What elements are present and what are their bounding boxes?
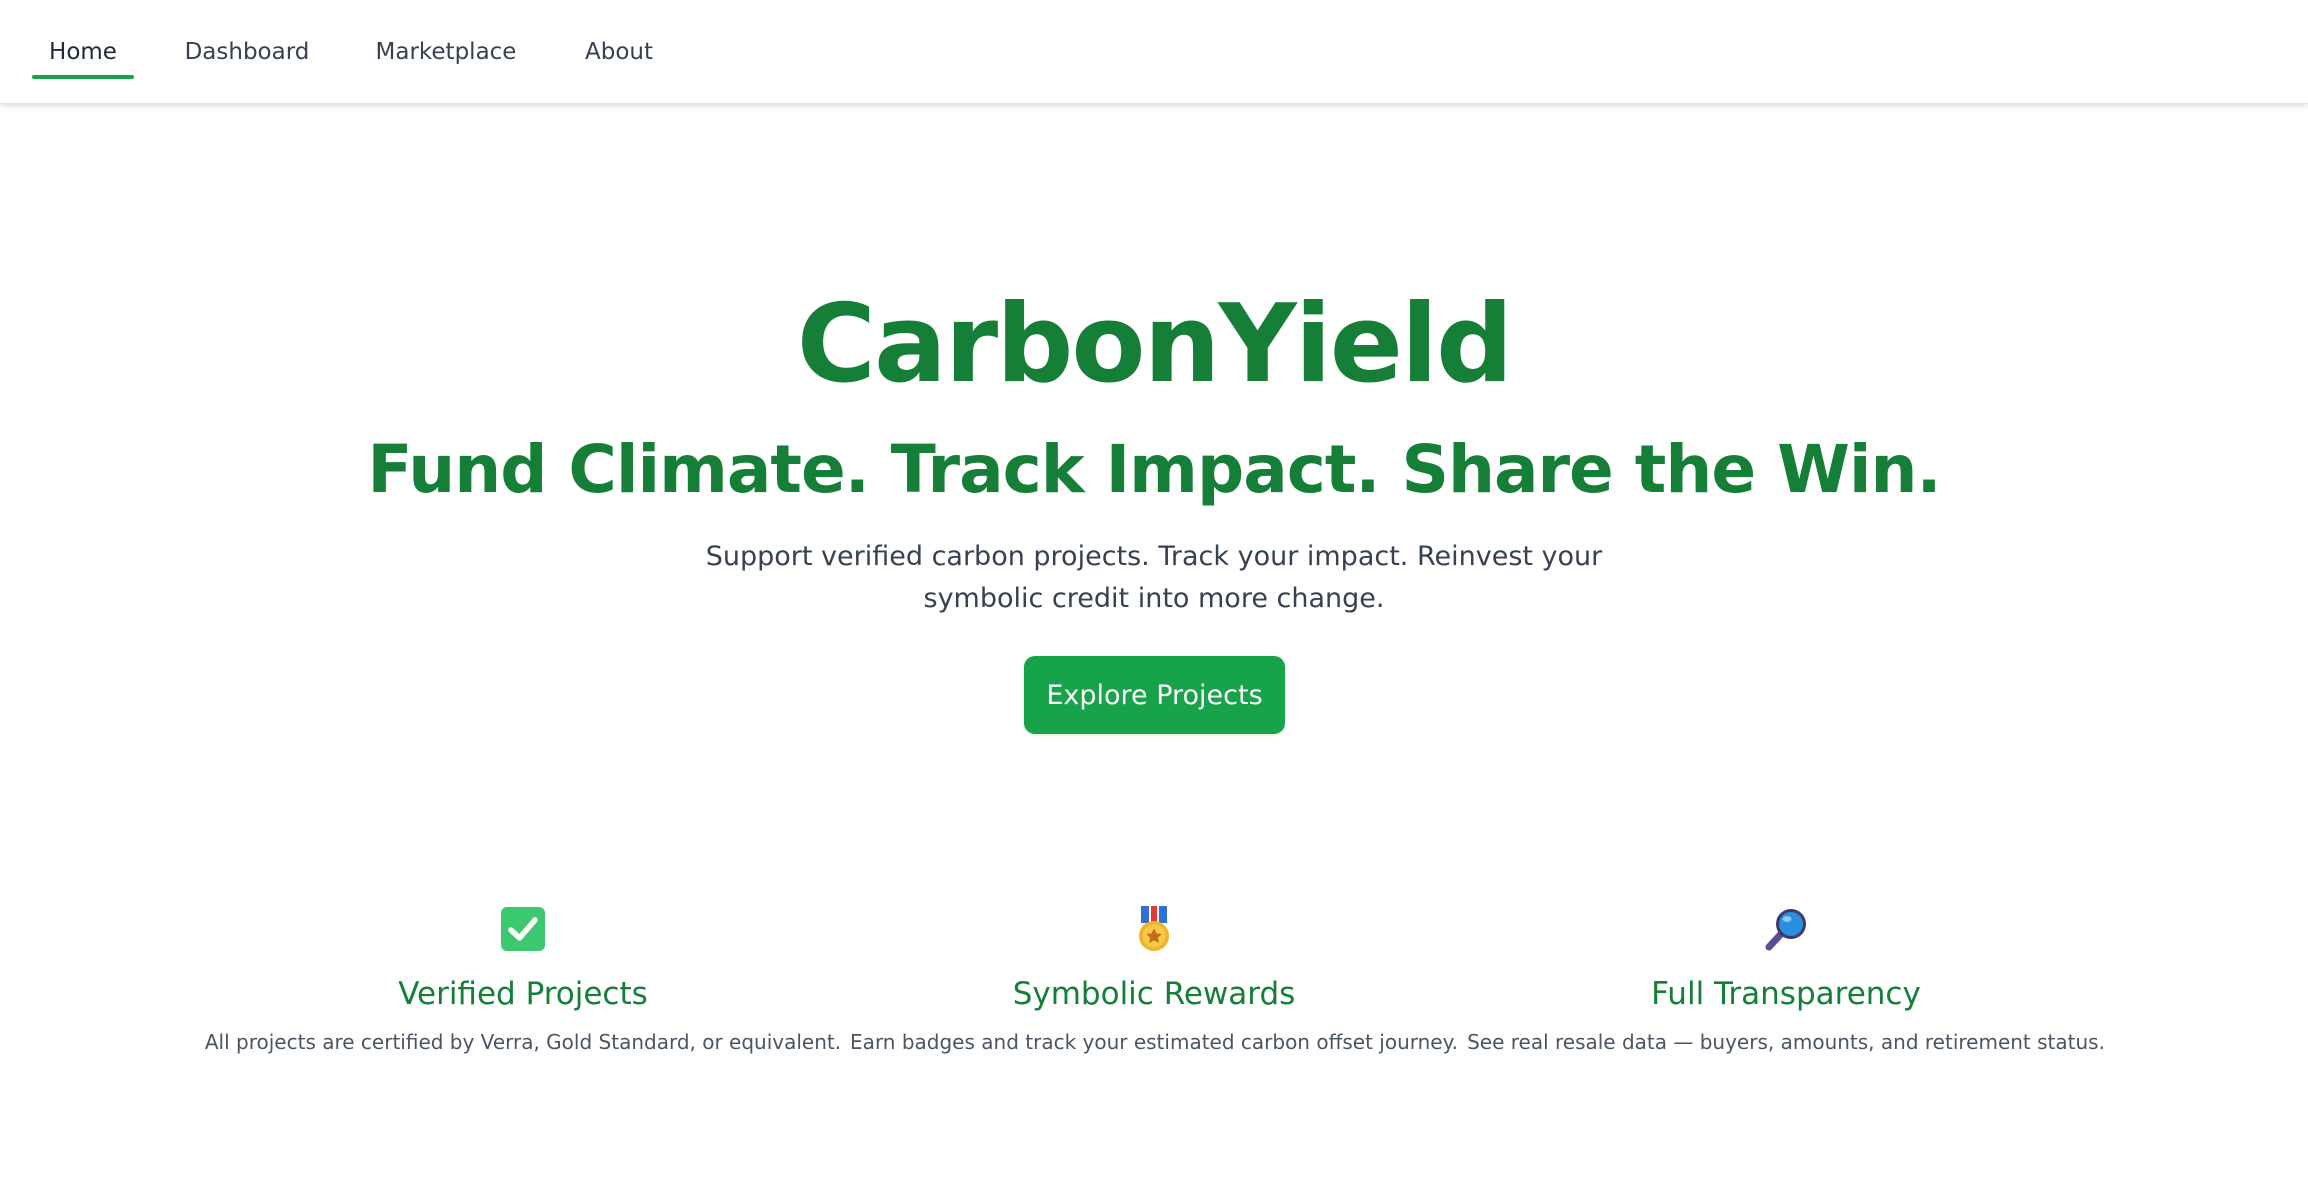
- nav-item-about[interactable]: About: [574, 0, 664, 104]
- nav-item-label: About: [584, 39, 653, 65]
- feature-symbolic-rewards: Symbolic Rewards Earn badges and track y…: [834, 905, 1474, 1057]
- nav-item-label: Home: [49, 39, 117, 65]
- nav-item-home[interactable]: Home: [32, 0, 134, 104]
- nav-item-dashboard[interactable]: Dashboard: [176, 0, 318, 104]
- feature-description: See real resale data — buyers, amounts, …: [1467, 1030, 2105, 1054]
- nav-item-marketplace[interactable]: Marketplace: [370, 0, 522, 104]
- feature-title: Symbolic Rewards: [1012, 976, 1296, 1012]
- feature-verified-projects: Verified Projects All projects are certi…: [203, 905, 843, 1057]
- feature-title: Verified Projects: [398, 976, 648, 1012]
- medal-icon: [1139, 906, 1169, 951]
- checkbox-icon: [501, 907, 545, 951]
- feature-description: Earn badges and track your estimated car…: [850, 1030, 1458, 1054]
- feature-title: Full Transparency: [1651, 976, 1921, 1012]
- hero-subtitle: Fund Climate. Track Impact. Share the Wi…: [367, 431, 1941, 508]
- feature-description: All projects are certified by Verra, Gol…: [204, 1030, 842, 1054]
- explore-projects-button[interactable]: Explore Projects: [1024, 656, 1285, 734]
- explore-projects-label: Explore Projects: [1046, 679, 1263, 711]
- nav-item-label: Dashboard: [184, 39, 310, 65]
- top-navigation: Home Dashboard Marketplace About: [0, 0, 2308, 104]
- feature-full-transparency: Full Transparency See real resale data —…: [1466, 905, 2106, 1057]
- hero-title: CarbonYield: [796, 282, 1514, 407]
- active-tab-indicator: [32, 75, 134, 79]
- magnifying-glass-icon: [1765, 909, 1806, 951]
- nav-item-label: Marketplace: [375, 39, 517, 65]
- hero-description: Support verified carbon projects. Track …: [705, 541, 1603, 614]
